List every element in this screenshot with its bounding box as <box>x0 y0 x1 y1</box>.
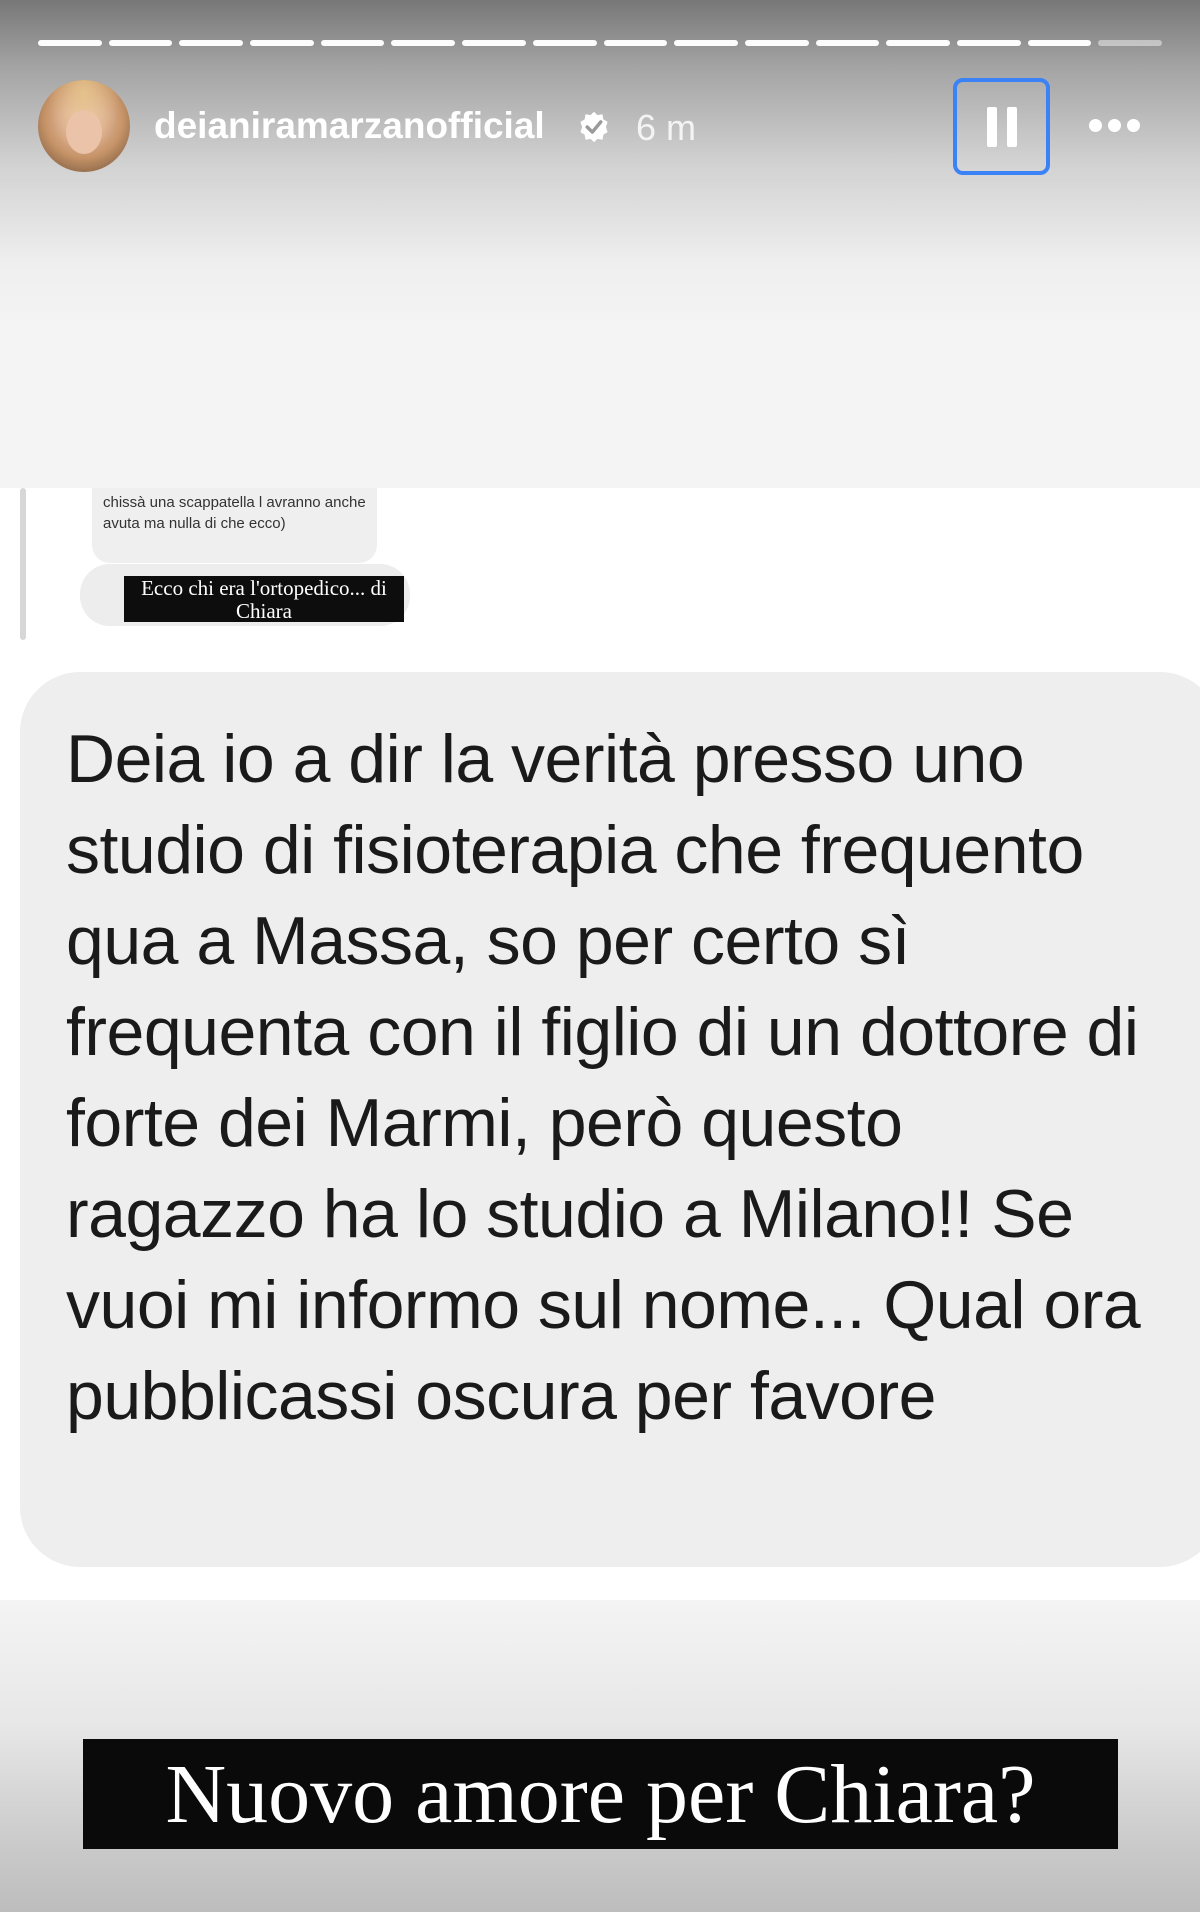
progress-segment <box>108 40 173 46</box>
progress-segment <box>320 40 385 46</box>
quoted-message-text: chissà una scappatella l avranno anche a… <box>103 494 366 532</box>
pause-button[interactable] <box>953 78 1050 175</box>
progress-segment <box>1098 40 1162 46</box>
progress-segment <box>815 40 880 46</box>
progress-segment <box>462 40 526 46</box>
progress-segment <box>391 40 456 46</box>
avatar[interactable] <box>38 80 130 172</box>
progress-segment <box>38 40 102 46</box>
caption-sticker: Nuovo amore per Chiara? <box>83 1739 1118 1849</box>
post-time: 6 m <box>636 107 697 148</box>
progress-segment <box>744 40 809 46</box>
progress-segment <box>250 40 314 46</box>
progress-segment <box>674 40 738 46</box>
quoted-story-caption: Ecco chi era l'ortopedico... di Chiara <box>124 576 404 623</box>
more-dots-icon <box>1088 118 1102 132</box>
verified-badge-icon <box>580 111 608 143</box>
progress-segment <box>179 40 244 46</box>
story-viewer[interactable]: deianiramarzanofficial 6 m chissà una sc… <box>0 0 1200 1912</box>
more-dots-icon <box>1107 118 1121 132</box>
caption-text: Nuovo amore per Chiara? <box>165 1747 1036 1841</box>
story-progress-bar <box>38 40 1162 46</box>
progress-segment <box>886 40 950 46</box>
progress-segment <box>956 40 1021 46</box>
more-options-button[interactable] <box>1074 102 1154 148</box>
story-header: deianiramarzanofficial 6 m <box>38 78 1162 180</box>
more-dots-icon <box>1126 118 1140 132</box>
progress-segment <box>603 40 668 46</box>
message-text: Deia io a dir la verità presso uno studi… <box>66 721 1141 1434</box>
progress-segment <box>532 40 597 46</box>
pause-icon <box>986 106 1017 147</box>
username[interactable]: deianiramarzanofficial <box>154 105 545 147</box>
quote-bar <box>20 488 26 640</box>
quoted-reply: chissà una scappatella l avranno anche a… <box>0 488 500 643</box>
progress-segment <box>1027 40 1092 46</box>
avatar-face <box>66 110 102 154</box>
